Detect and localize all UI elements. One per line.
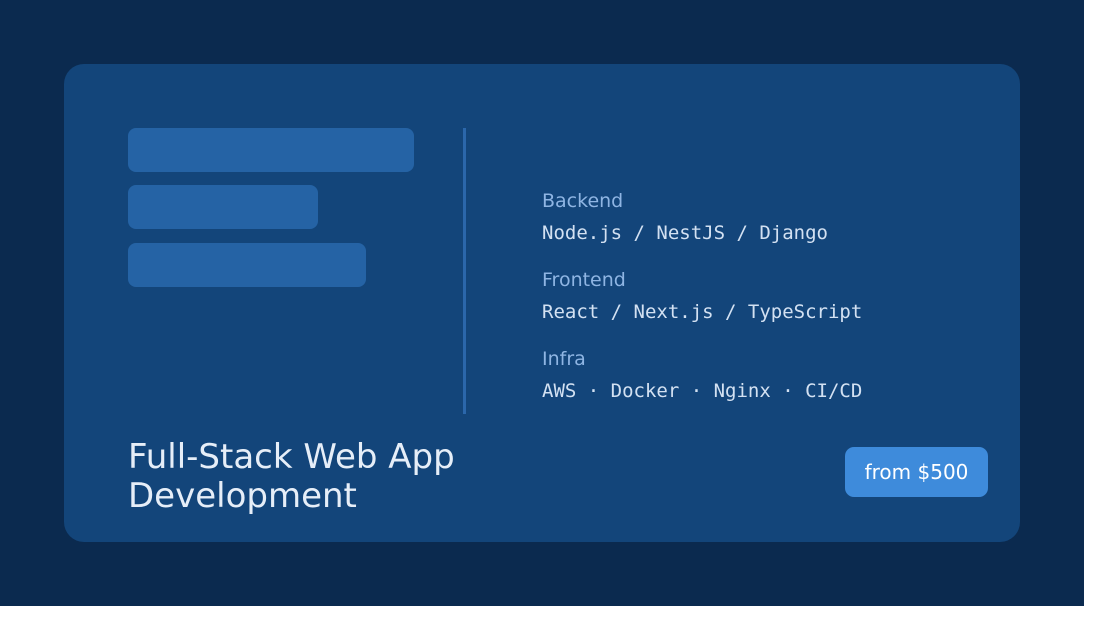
- stack-label: Infra: [542, 348, 586, 370]
- service-card: Backend Node.js / NestJS / Django Fronte…: [64, 64, 1020, 542]
- stack-label: Frontend: [542, 269, 626, 291]
- stack-label: Backend: [542, 190, 624, 212]
- placeholder-bar-2: [128, 185, 318, 229]
- card-title: Full-Stack Web App Development: [128, 438, 508, 516]
- price-button[interactable]: from $500: [845, 447, 988, 497]
- stack-value: Node.js / NestJS / Django: [542, 222, 828, 244]
- vertical-divider: [463, 128, 466, 414]
- stack-group-infra: Infra AWS · Docker · Nginx · CI/CD: [542, 346, 862, 404]
- card-title-line-1: Full-Stack Web App: [128, 437, 455, 477]
- stack-value: React / Next.js / TypeScript: [542, 301, 863, 323]
- placeholder-bar-3: [128, 243, 366, 287]
- tech-stack-list: Backend Node.js / NestJS / Django Fronte…: [542, 188, 862, 425]
- page-background: Backend Node.js / NestJS / Django Fronte…: [0, 0, 1084, 606]
- stack-group-frontend: Frontend React / Next.js / TypeScript: [542, 267, 862, 325]
- placeholder-bar-1: [128, 128, 414, 172]
- card-title-line-2: Development: [128, 476, 357, 516]
- stack-value: AWS · Docker · Nginx · CI/CD: [542, 380, 863, 402]
- stack-group-backend: Backend Node.js / NestJS / Django: [542, 188, 862, 246]
